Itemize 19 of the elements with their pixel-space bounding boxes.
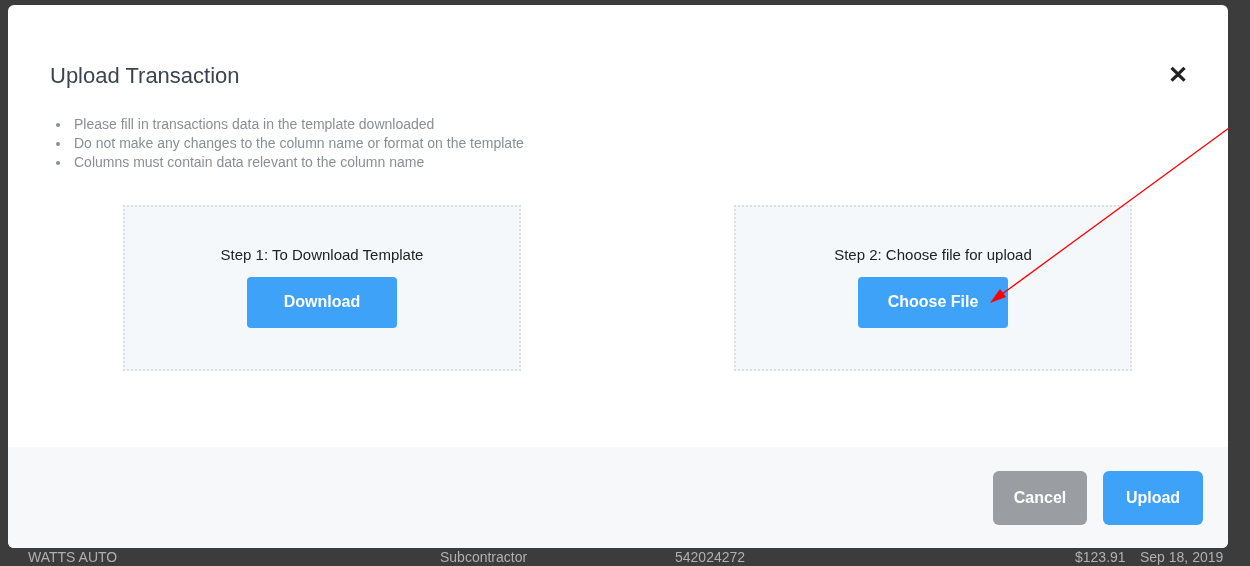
instruction-text: Please fill in transactions data in the template downloaded (74, 115, 435, 134)
close-button[interactable]: ✕ (1168, 57, 1188, 93)
table-cell: WATTS AUTO (28, 548, 118, 566)
cancel-button[interactable]: Cancel (993, 470, 1087, 525)
instruction-text: Columns must contain data relevant to the column name (74, 153, 425, 172)
bullet-icon (56, 142, 60, 146)
table-cell: $123.91 (1075, 548, 1126, 566)
bullet-icon (56, 161, 60, 165)
step-button[interactable]: Download (247, 276, 397, 328)
table-cell: Subcontractor (440, 548, 528, 566)
instruction-text: Do not make any changes to the column name or format on the template (74, 134, 524, 153)
step-label: Step 2: Choose file for upload (834, 245, 1032, 265)
table-cell: Sep 18, 2019 (1140, 548, 1224, 566)
step-button[interactable]: Choose File (858, 276, 1008, 328)
dialog-title: Upload Transaction (50, 61, 240, 90)
bullet-icon (56, 123, 60, 127)
table-cell: 542024272 (675, 548, 746, 566)
upload-button[interactable]: Upload (1103, 470, 1203, 525)
step-label: Step 1: To Download Template (220, 245, 424, 265)
